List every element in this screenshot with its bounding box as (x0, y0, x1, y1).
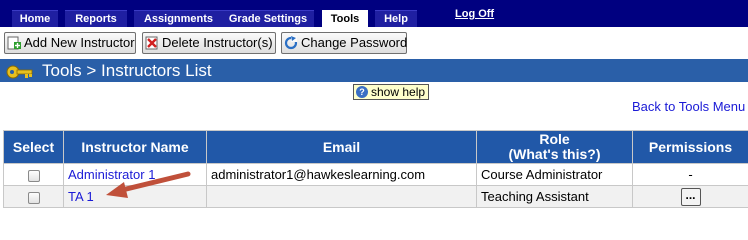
top-navigation: Home Reports Assignments Grade Settings … (0, 0, 748, 27)
add-user-icon (7, 36, 21, 50)
delete-instructor-button[interactable]: Delete Instructor(s) (142, 32, 276, 54)
tab-grade-settings[interactable]: Grade Settings (222, 10, 314, 27)
permissions-button[interactable]: ... (680, 187, 701, 206)
change-password-button[interactable]: Change Password (281, 32, 407, 54)
permissions-cell: ... (632, 185, 748, 208)
page: Home Reports Assignments Grade Settings … (0, 0, 748, 209)
logoff-link[interactable]: Log Off (455, 8, 494, 20)
header-role: Role (What's this?) (476, 130, 633, 164)
header-email: Email (206, 130, 477, 164)
select-cell (3, 163, 64, 186)
instructor-name-link[interactable]: TA 1 (68, 189, 94, 204)
header-role-label: Role (539, 131, 570, 147)
refresh-icon (284, 36, 298, 50)
row-checkbox[interactable] (27, 169, 40, 182)
delete-icon (145, 36, 158, 50)
email-cell: administrator1@hawkeslearning.com (206, 163, 477, 186)
show-help-label: show help (371, 85, 426, 99)
permissions-cell: - (632, 163, 748, 186)
email-cell (206, 185, 477, 208)
header-select: Select (3, 130, 64, 164)
role-help-link[interactable]: (What's this?) (509, 146, 601, 162)
annotation-arrow-icon (106, 171, 191, 198)
header-permissions: Permissions (632, 130, 748, 164)
row-checkbox[interactable] (27, 191, 40, 204)
tab-home[interactable]: Home (12, 10, 58, 27)
tab-tools[interactable]: Tools (322, 10, 368, 27)
tab-assignments[interactable]: Assignments (134, 10, 223, 27)
back-to-tools-link[interactable]: Back to Tools Menu (632, 99, 745, 114)
role-cell: Teaching Assistant (476, 185, 633, 208)
change-password-label: Change Password (301, 35, 408, 50)
toolbar: Add New Instructor Delete Instructor(s) … (0, 27, 748, 59)
select-cell (3, 185, 64, 208)
add-instructor-label: Add New Instructor (24, 35, 135, 50)
help-icon: ? (356, 86, 368, 98)
delete-instructor-label: Delete Instructor(s) (162, 35, 273, 50)
title-bar: Tools > Instructors List (0, 59, 748, 82)
tab-reports[interactable]: Reports (65, 10, 127, 27)
header-instructor-name: Instructor Name (63, 130, 207, 164)
show-help-button[interactable]: ? show help (353, 84, 430, 100)
table-header-row: Select Instructor Name Email Role (What'… (3, 130, 748, 164)
key-icon (6, 65, 33, 79)
tab-help[interactable]: Help (375, 10, 417, 27)
add-instructor-button[interactable]: Add New Instructor (4, 32, 136, 54)
page-title: Tools > Instructors List (42, 61, 212, 80)
role-cell: Course Administrator (476, 163, 633, 186)
